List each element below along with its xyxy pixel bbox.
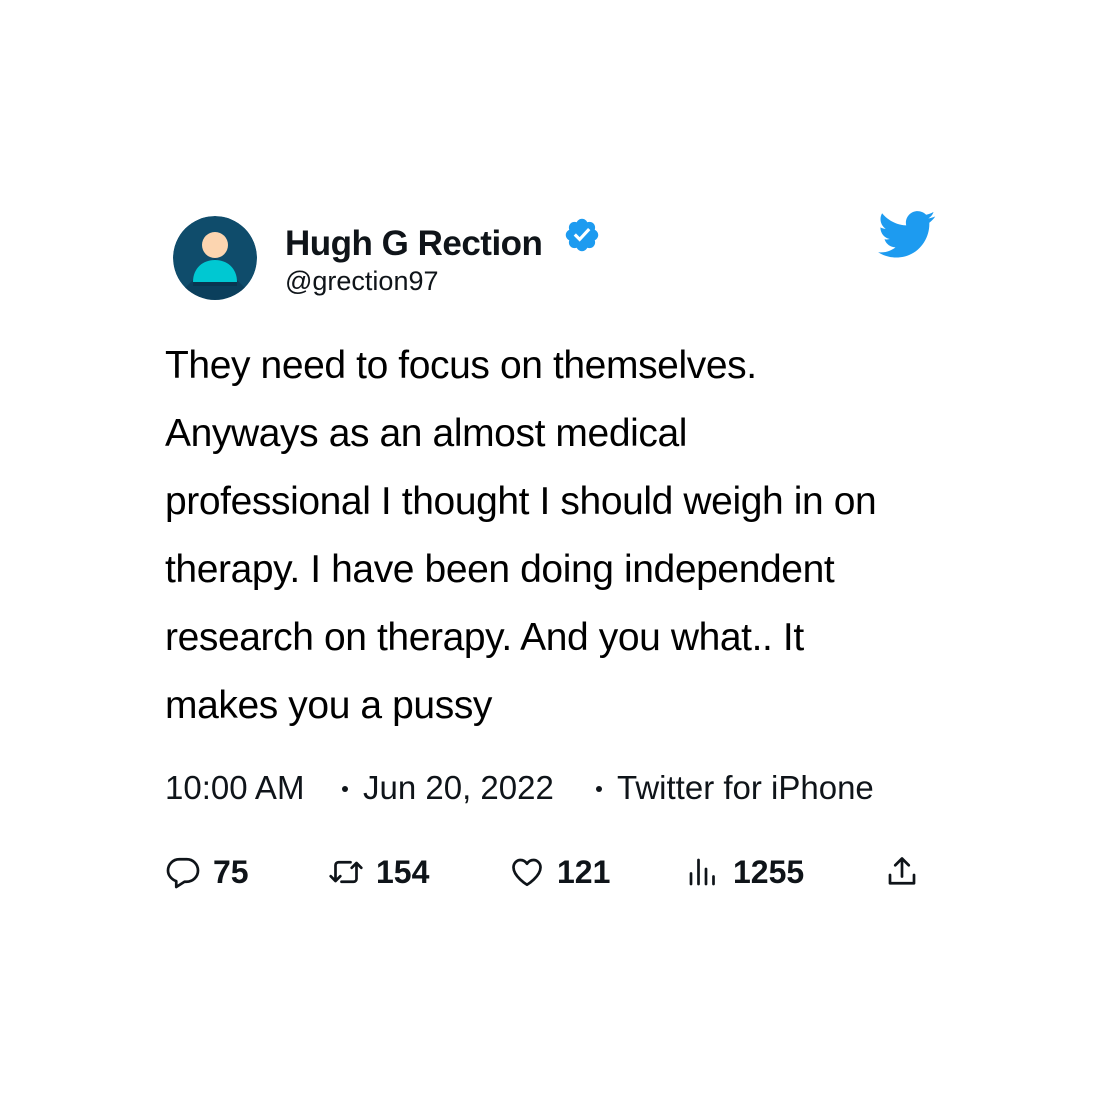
verified-badge-icon	[565, 218, 599, 252]
tweet-text-line: Anyways as an almost medical	[165, 412, 688, 455]
display-name-row: Hugh G Rection	[285, 222, 543, 266]
view-count: 1255	[733, 853, 805, 890]
reply-icon	[166, 857, 200, 889]
like-count: 121	[557, 853, 611, 890]
tweet-source[interactable]: Twitter for iPhone	[617, 766, 874, 810]
user-handle[interactable]: @grection97	[285, 266, 439, 297]
tweet-time[interactable]: 10:00 AM	[165, 766, 304, 810]
heart-icon	[512, 858, 542, 887]
separator-dot	[342, 786, 348, 792]
display-name[interactable]: Hugh G Rection	[285, 224, 543, 264]
tweet-text-line: professional I thought I should weigh in…	[165, 480, 877, 523]
share-button[interactable]	[884, 848, 920, 896]
share-icon	[888, 857, 916, 885]
reply-count: 75	[213, 853, 249, 890]
tweet-text-line: They need to focus on themselves.	[165, 344, 757, 387]
default-avatar-icon	[173, 216, 257, 300]
tweet-text-line: makes you a pussy	[165, 684, 493, 727]
tweet-date[interactable]: Jun 20, 2022	[363, 766, 554, 810]
views-button[interactable]: 1255	[685, 848, 804, 896]
reply-button[interactable]: 75	[165, 848, 249, 896]
retweet-button[interactable]: 154	[328, 848, 429, 896]
tweet-actions: 75 154 121 1255	[0, 848, 1100, 896]
retweet-count: 154	[376, 853, 430, 890]
avatar[interactable]	[173, 216, 257, 300]
tweet-text: They need to focus on themselves. Anyway…	[165, 332, 945, 740]
tweet-card: Hugh G Rection @grection97 They need to …	[0, 0, 1100, 1100]
tweet-meta: 10:00 AM Jun 20, 2022 Twitter for iPhone	[0, 766, 1100, 810]
separator-dot	[596, 786, 602, 792]
tweet-text-line: therapy. I have been doing independent	[165, 548, 835, 591]
views-chart-icon	[689, 858, 715, 886]
retweet-icon	[329, 860, 363, 884]
twitter-bird-icon	[878, 211, 936, 258]
tweet-text-line: research on therapy. And you what.. It	[165, 616, 804, 659]
like-button[interactable]: 121	[509, 848, 610, 896]
